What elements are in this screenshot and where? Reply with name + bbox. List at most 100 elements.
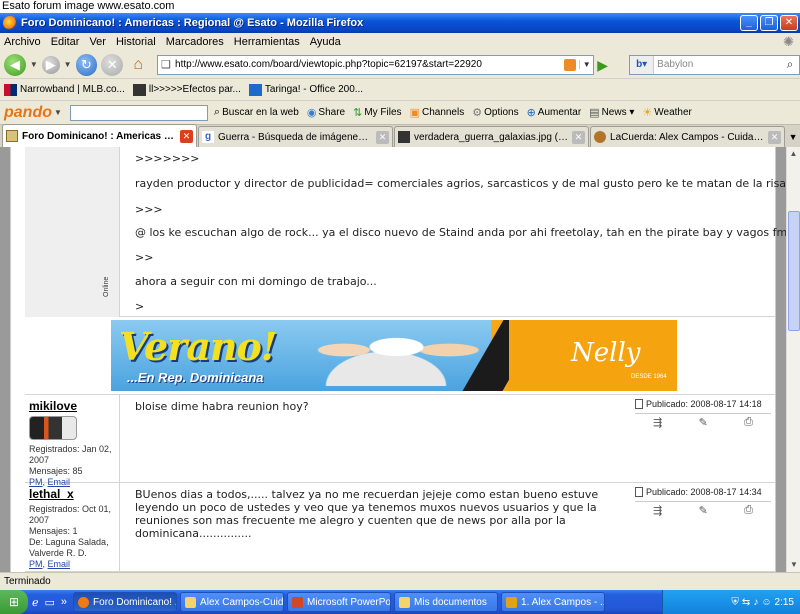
windows-taskbar: ⊞ ℯ ▭ » Foro Dominicano! ... Alex Campos… bbox=[0, 590, 800, 614]
volume-icon[interactable]: ♪ bbox=[753, 597, 758, 608]
menu-ver[interactable]: Ver bbox=[89, 36, 106, 48]
post-meta: Publicado: 2008-08-17 14:34 ⇶ ✎ ⎙ bbox=[635, 487, 771, 517]
menu-marcadores[interactable]: Marcadores bbox=[166, 36, 224, 48]
scroll-up-icon[interactable]: ▲ bbox=[787, 147, 800, 161]
menu-herramientas[interactable]: Herramientas bbox=[234, 36, 300, 48]
banner-photo bbox=[281, 326, 491, 386]
restore-button[interactable]: ❐ bbox=[760, 15, 778, 31]
news-button[interactable]: ▤ News ▾ bbox=[589, 106, 634, 119]
powerpoint-icon bbox=[292, 596, 304, 608]
grid-favicon-icon bbox=[132, 83, 146, 96]
pando-myfiles-button[interactable]: ⇅ My Files bbox=[353, 106, 401, 119]
forum-post: lethal_x Registrados: Oct 01, 2007 Mensa… bbox=[25, 483, 775, 572]
bookmark-narrowband[interactable]: Narrowband | MLB.co... bbox=[4, 83, 125, 96]
taskbar-item-documents[interactable]: Mis documentos bbox=[394, 592, 499, 612]
advertisement-banner[interactable]: Verano! ...En Rep. Dominicana Nelly DESD… bbox=[111, 320, 677, 391]
url-dropdown-icon[interactable]: ▼ bbox=[579, 60, 593, 69]
network-icon[interactable]: ⇆ bbox=[742, 597, 750, 608]
email-link[interactable]: Email bbox=[48, 559, 71, 569]
reload-button[interactable]: ↻ bbox=[75, 53, 98, 76]
close-tab-icon[interactable]: ✕ bbox=[572, 130, 586, 144]
url-bar[interactable]: ❑ http://www.esato.com/board/viewtopic.p… bbox=[157, 54, 595, 75]
quote-icon[interactable]: ⇶ bbox=[653, 504, 662, 517]
post-author-column: mikilove Registrados: Jan 02, 2007 Mensa… bbox=[25, 395, 120, 487]
vertical-scrollbar[interactable]: ▲ ▼ bbox=[786, 147, 800, 572]
menu-ayuda[interactable]: Ayuda bbox=[310, 36, 341, 48]
tab-list-dropdown-icon[interactable]: ▼ bbox=[786, 127, 800, 147]
taringa-favicon-icon bbox=[248, 83, 262, 96]
go-button[interactable]: ▶ bbox=[597, 57, 613, 73]
close-tab-icon[interactable]: ✕ bbox=[376, 130, 390, 144]
minimize-button[interactable]: _ bbox=[740, 15, 758, 31]
quicklaunch-expand-icon[interactable]: » bbox=[61, 596, 67, 608]
messenger-icon[interactable]: ☺ bbox=[761, 597, 771, 608]
banner-title: Verano! bbox=[119, 324, 277, 369]
pando-dropdown-icon[interactable]: ▼ bbox=[54, 108, 62, 117]
zoom-button[interactable]: ⊕ Aumentar bbox=[527, 106, 582, 119]
print-icon[interactable]: ⎙ bbox=[744, 416, 753, 429]
quote-icon[interactable]: ⇶ bbox=[653, 416, 662, 429]
menu-historial[interactable]: Historial bbox=[116, 36, 156, 48]
pando-search-button[interactable]: ⌕ Buscar en la web bbox=[214, 106, 299, 119]
menu-archivo[interactable]: Archivo bbox=[4, 36, 41, 48]
edit-icon[interactable]: ✎ bbox=[699, 504, 708, 517]
search-input[interactable]: Babylon bbox=[654, 59, 781, 70]
username-link[interactable]: mikilove bbox=[29, 399, 115, 413]
pm-link[interactable]: PM bbox=[29, 559, 43, 569]
forward-history-dropdown-icon[interactable]: ▼ bbox=[64, 60, 72, 69]
user-links: PM, Email bbox=[29, 559, 71, 569]
stop-button[interactable]: ✕ bbox=[101, 53, 124, 76]
bookmark-taringa[interactable]: Taringa! - Office 200... bbox=[248, 83, 363, 96]
user-posts-count: Mensajes: 85 bbox=[29, 466, 83, 476]
username-link[interactable]: lethal_x bbox=[29, 487, 115, 501]
back-history-dropdown-icon[interactable]: ▼ bbox=[30, 60, 38, 69]
close-tab-icon[interactable]: ✕ bbox=[768, 130, 782, 144]
guitar-favicon-icon bbox=[594, 131, 607, 143]
pando-channels-button[interactable]: ▣ Channels bbox=[410, 106, 465, 119]
taskbar-item-firefox[interactable]: Foro Dominicano! ... bbox=[73, 592, 178, 612]
pando-options-button[interactable]: ⚙ Options bbox=[472, 106, 518, 119]
close-tab-icon[interactable]: ✕ bbox=[180, 129, 194, 143]
edit-icon[interactable]: ✎ bbox=[699, 416, 708, 429]
google-favicon-icon: g bbox=[202, 131, 215, 143]
close-button[interactable]: ✕ bbox=[780, 15, 798, 31]
tab-google-images[interactable]: g Guerra - Búsqueda de imágenes de Go...… bbox=[198, 126, 394, 147]
bookmark-efectos[interactable]: ll>>>>>Efectos par... bbox=[132, 83, 241, 96]
ie-quicklaunch-icon[interactable]: ℯ bbox=[32, 596, 39, 609]
start-button[interactable]: ⊞ bbox=[0, 590, 28, 614]
weather-button[interactable]: ☀ Weather bbox=[642, 106, 692, 119]
back-button[interactable]: ◀ bbox=[4, 53, 26, 76]
post-published-date: Publicado: 2008-08-17 14:34 bbox=[646, 487, 762, 497]
pando-share-button[interactable]: ◉ Share bbox=[307, 106, 345, 119]
window-titlebar[interactable]: Foro Dominicano! : Americas : Regional @… bbox=[0, 13, 800, 33]
taskbar-item-winamp[interactable]: 1. Alex Campos - ... bbox=[501, 592, 606, 612]
image-caption: Esato forum image www.esato.com bbox=[0, 0, 800, 13]
forward-button[interactable]: ▶ bbox=[41, 55, 60, 74]
taskbar-item-folder[interactable]: Alex Campos-Cuid... bbox=[180, 592, 285, 612]
shield-icon[interactable]: ⛨ bbox=[731, 597, 739, 608]
magnifier-icon[interactable]: ⌕ bbox=[781, 57, 799, 72]
zoom-icon: ⊕ bbox=[526, 107, 536, 119]
menu-editar[interactable]: Editar bbox=[51, 36, 80, 48]
desktop-quicklaunch-icon[interactable]: ▭ bbox=[45, 596, 55, 609]
rss-feed-icon[interactable] bbox=[564, 58, 577, 71]
search-box[interactable]: b▾ Babylon ⌕ bbox=[629, 54, 800, 75]
scrollbar-thumb[interactable] bbox=[788, 211, 800, 331]
banner-since: DESDE 1964 bbox=[631, 374, 667, 380]
mlb-logo-icon bbox=[4, 83, 17, 96]
tab-lacuerda[interactable]: LaCuerda: Alex Campos - Cuidaré de ti ✕ bbox=[590, 126, 786, 147]
pando-search-input[interactable] bbox=[69, 104, 208, 121]
tab-foro-dominicano[interactable]: Foro Dominicano! : Americas : Re... ✕ bbox=[2, 124, 198, 147]
post-line: ahora a seguir con mi domingo de trabajo… bbox=[135, 275, 377, 288]
tab-jpeg-image[interactable]: verdadera_guerra_galaxias.jpg (JPEG... ✕ bbox=[394, 126, 590, 147]
url-text[interactable]: http://www.esato.com/board/viewtopic.php… bbox=[175, 59, 564, 70]
forum-page: Online >>>>>>> rayden productor y direct… bbox=[10, 147, 786, 572]
pando-logo[interactable]: pando bbox=[4, 104, 52, 122]
taskbar-item-powerpoint[interactable]: Microsoft PowerPo... bbox=[287, 592, 392, 612]
throbber-icon: ✺ bbox=[783, 34, 794, 49]
firefox-icon bbox=[78, 596, 90, 608]
home-button[interactable]: ⌂ bbox=[127, 54, 149, 76]
search-engine-icon[interactable]: b▾ bbox=[630, 55, 655, 74]
print-icon[interactable]: ⎙ bbox=[744, 504, 753, 517]
scroll-down-icon[interactable]: ▼ bbox=[787, 558, 800, 572]
